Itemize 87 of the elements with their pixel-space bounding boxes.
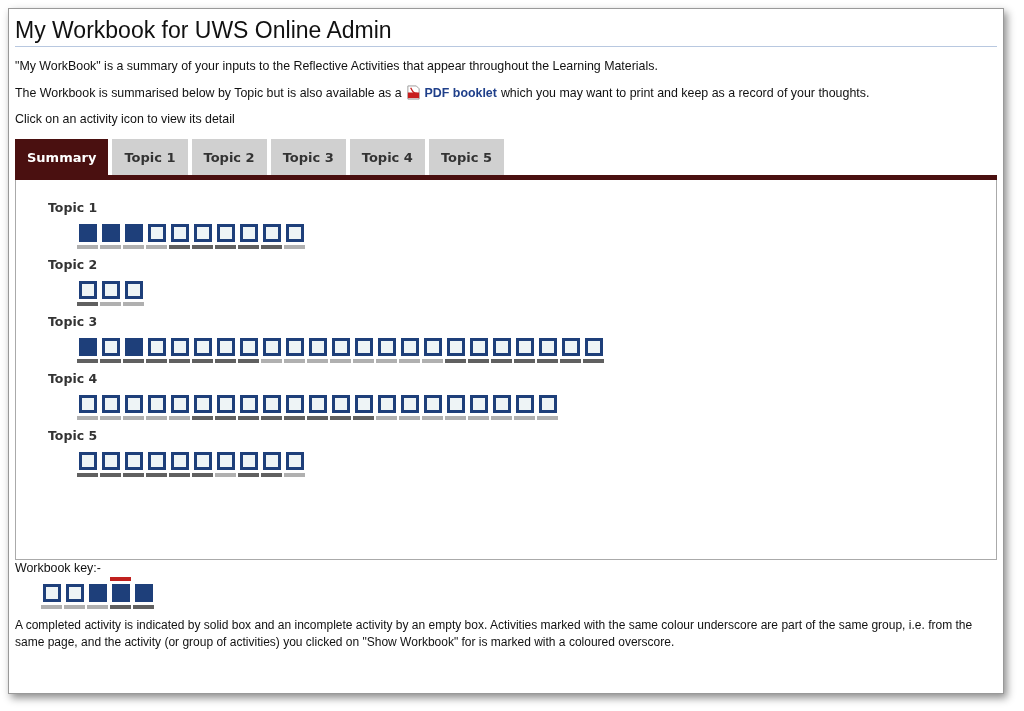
activity-icon[interactable] xyxy=(147,452,166,470)
activity-icon[interactable] xyxy=(561,338,580,356)
activity-icon[interactable] xyxy=(515,395,534,413)
description-text: which you may want to print and keep as a record of your thoughts. xyxy=(500,85,870,100)
activity-icon[interactable] xyxy=(124,338,143,356)
activity-icon[interactable] xyxy=(124,224,143,242)
activity-icon[interactable] xyxy=(78,224,97,242)
topic-heading: Topic 5 xyxy=(48,428,99,443)
activity-icon[interactable] xyxy=(331,338,350,356)
activity-icon[interactable] xyxy=(308,338,327,356)
activity-icon[interactable] xyxy=(308,395,327,413)
pdf-booklet-link[interactable]: PDF booklet xyxy=(424,85,497,100)
activity-icon[interactable] xyxy=(423,395,442,413)
activity-icon[interactable] xyxy=(193,338,212,356)
activity-icon[interactable] xyxy=(492,338,511,356)
activity-icon[interactable] xyxy=(262,338,281,356)
activity-icon[interactable] xyxy=(469,338,488,356)
activity-icon[interactable] xyxy=(492,395,511,413)
activity-icon[interactable] xyxy=(170,395,189,413)
activity-icon[interactable] xyxy=(124,395,143,413)
activity-icon[interactable] xyxy=(262,452,281,470)
description-text: The Workbook is summarised below by Topic but is also available as a xyxy=(15,85,402,100)
pdf-icon xyxy=(405,85,421,100)
activity-icon[interactable] xyxy=(538,395,557,413)
instruction-text: Click on an activity icon to view its detail xyxy=(15,112,236,126)
activity-icon[interactable] xyxy=(124,281,143,299)
activity-icon[interactable] xyxy=(147,338,166,356)
activity-icon[interactable] xyxy=(216,452,235,470)
activity-icon[interactable] xyxy=(170,338,189,356)
activity-icon[interactable] xyxy=(78,281,97,299)
tab[interactable]: Topic 5 xyxy=(428,139,504,175)
activity-icon[interactable] xyxy=(400,395,419,413)
activity-icon[interactable] xyxy=(239,338,258,356)
activity-icon[interactable] xyxy=(538,338,557,356)
activity-icon[interactable] xyxy=(216,395,235,413)
activity-icon[interactable] xyxy=(193,224,212,242)
topic-heading: Topic 1 xyxy=(48,200,99,215)
activity-icon[interactable] xyxy=(262,395,281,413)
tab[interactable]: Topic 1 xyxy=(112,139,188,175)
activity-icon[interactable] xyxy=(101,452,120,470)
activity-icon[interactable] xyxy=(262,224,281,242)
activity-icon[interactable] xyxy=(354,395,373,413)
activity-icon[interactable] xyxy=(101,224,120,242)
activity-icon[interactable] xyxy=(285,452,304,470)
intro-text: "My WorkBook" is a summary of your inputs to the Reflective Activities that appear throughout the Learning Materials. xyxy=(15,59,659,73)
activity-icon[interactable] xyxy=(78,338,97,356)
tab[interactable]: Summary xyxy=(15,139,109,175)
activity-icon[interactable] xyxy=(78,395,97,413)
activity-icon[interactable] xyxy=(285,338,304,356)
activity-icon[interactable] xyxy=(239,395,258,413)
activity-icon[interactable] xyxy=(469,395,488,413)
activity-icon[interactable] xyxy=(239,452,258,470)
activity-icon[interactable] xyxy=(377,395,396,413)
activity-icon[interactable] xyxy=(170,452,189,470)
activity-icon[interactable] xyxy=(584,338,603,356)
activity-icon[interactable] xyxy=(124,452,143,470)
activity-icon[interactable] xyxy=(331,395,350,413)
activity-icon[interactable] xyxy=(170,224,189,242)
activity-icon[interactable] xyxy=(216,224,235,242)
activity-icon[interactable] xyxy=(400,338,419,356)
tab[interactable]: Topic 3 xyxy=(270,139,346,175)
page-title: My Workbook for UWS Online Admin xyxy=(15,17,997,47)
tab[interactable]: Topic 4 xyxy=(349,139,425,175)
key-label: Workbook key:- xyxy=(15,561,102,575)
activity-icon[interactable] xyxy=(515,338,534,356)
activity-icon[interactable] xyxy=(446,338,465,356)
key-explanation: A completed activity is indicated by solid box and an incomplete activity by an empty box. Activities marked with the same colour underscore are part of the same group, i.e. from the same page, and the activity (or group of activities) you clicked on "Show Workbook" for is marked with a coloured overscore. xyxy=(15,617,974,651)
activity-icon[interactable] xyxy=(147,224,166,242)
activity-icon[interactable] xyxy=(101,338,120,356)
topic-heading: Topic 2 xyxy=(48,257,99,272)
topic-heading: Topic 4 xyxy=(48,371,99,386)
activity-icon[interactable] xyxy=(285,224,304,242)
activity-icon[interactable] xyxy=(239,224,258,242)
activity-icon[interactable] xyxy=(101,395,120,413)
activity-icon[interactable] xyxy=(78,452,97,470)
activity-icon[interactable] xyxy=(377,338,396,356)
activity-icon[interactable] xyxy=(193,395,212,413)
activity-icon[interactable] xyxy=(423,338,442,356)
activity-icon[interactable] xyxy=(147,395,166,413)
topic-heading: Topic 3 xyxy=(48,314,99,329)
activity-icon[interactable] xyxy=(101,281,120,299)
activity-icon[interactable] xyxy=(216,338,235,356)
tab[interactable]: Topic 2 xyxy=(191,139,267,175)
activity-icon[interactable] xyxy=(285,395,304,413)
activity-icon[interactable] xyxy=(354,338,373,356)
activity-icon[interactable] xyxy=(193,452,212,470)
activity-icon[interactable] xyxy=(446,395,465,413)
